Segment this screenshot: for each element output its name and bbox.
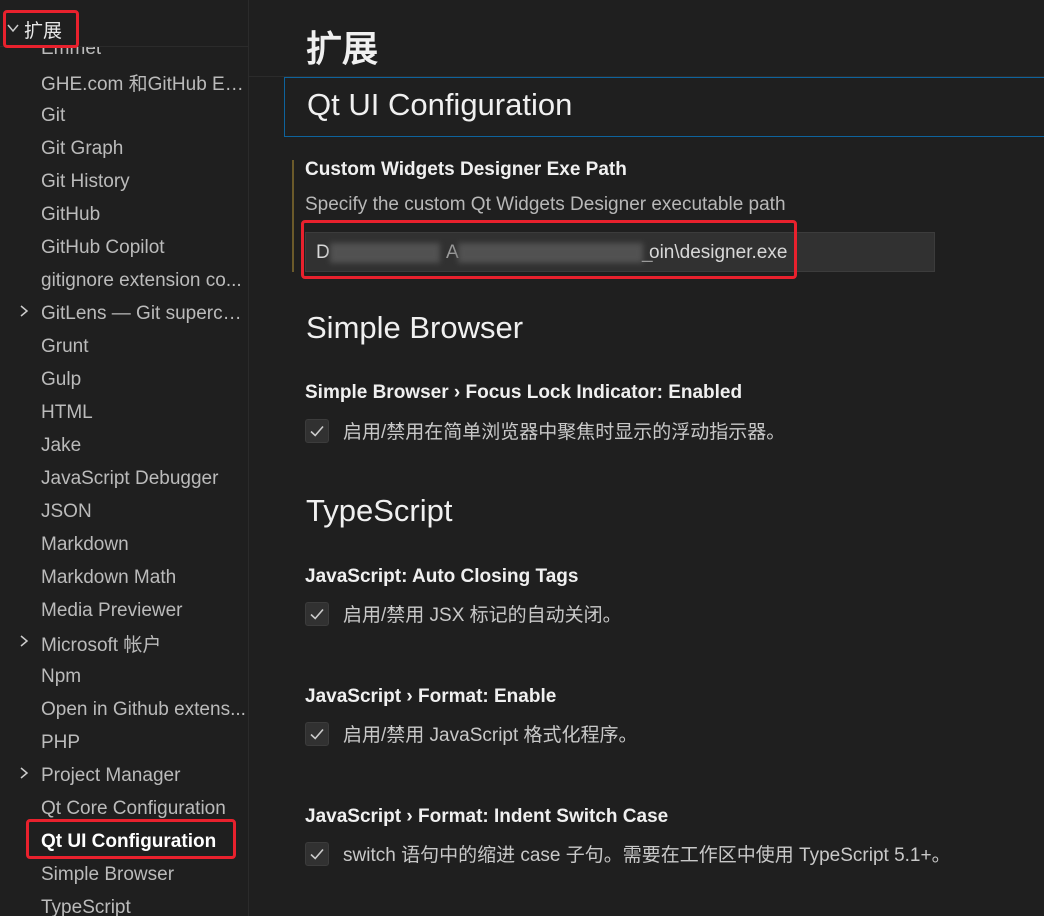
toc-item-label: Media Previewer	[41, 599, 183, 621]
toc-item-npm[interactable]: Npm	[0, 660, 248, 693]
setting-focus-lock-indicator: Simple Browser › Focus Lock Indicator: E…	[305, 382, 743, 403]
setting-title: Custom Widgets Designer Exe Path	[305, 159, 627, 180]
page-title: 扩展	[306, 28, 379, 69]
toc-item-markdown[interactable]: Markdown	[0, 528, 248, 561]
settings-toc: Emmet GHE.com 和GitHub En... Git Git Grap…	[0, 0, 248, 916]
toc-item-html[interactable]: HTML	[0, 396, 248, 429]
toc-item-label: PHP	[41, 731, 81, 753]
toc-item-label: gitignore extension co...	[41, 269, 242, 291]
check-icon	[310, 425, 324, 437]
toc-item-git[interactable]: Git	[0, 99, 248, 132]
toc-item-media-previewer[interactable]: Media Previewer	[0, 594, 248, 627]
chevron-right-icon[interactable]	[18, 766, 32, 785]
checkbox-row-focus-lock: 启用/禁用在简单浏览器中聚焦时显示的浮动指示器。	[305, 417, 785, 444]
designer-path-input[interactable]: D A _ oin\designer.exe	[305, 232, 935, 272]
setting-format-enable: JavaScript › Format: Enable	[305, 686, 557, 707]
toc-item-label: Qt UI Configuration	[41, 830, 217, 852]
toc-item-label: TypeScript	[41, 896, 131, 916]
checkbox-row-auto-closing-tags: 启用/禁用 JSX 标记的自动关闭。	[305, 600, 622, 627]
toc-item-gitignore[interactable]: gitignore extension co...	[0, 264, 248, 297]
section-header-qt-ui-configuration: Qt UI Configuration	[284, 77, 1044, 137]
toc-item-label: Qt Core Configuration	[41, 797, 226, 819]
toc-item-label: Open in Github extens...	[41, 698, 246, 720]
toc-item-label: Grunt	[41, 335, 89, 357]
section-header-title: Qt UI Configuration	[307, 87, 573, 122]
toc-item-project-manager[interactable]: Project Manager	[0, 759, 248, 792]
toc-item-github[interactable]: GitHub	[0, 198, 248, 231]
indent-switch-case-checkbox[interactable]	[305, 841, 329, 866]
setting-indent-switch-case: JavaScript › Format: Indent Switch Case	[305, 806, 669, 827]
check-icon	[310, 608, 324, 620]
toc-item-ghe[interactable]: GHE.com 和GitHub En...	[0, 66, 248, 99]
chevron-down-icon[interactable]	[6, 22, 24, 37]
redacted-segment	[458, 243, 643, 263]
chevron-right-icon[interactable]	[18, 304, 32, 323]
toc-item-label: HTML	[41, 401, 93, 423]
settings-editor: Emmet GHE.com 和GitHub En... Git Git Grap…	[0, 0, 1044, 916]
toc-item-markdown-math[interactable]: Markdown Math	[0, 561, 248, 594]
setting-designer-exe-path: Custom Widgets Designer Exe Path	[305, 159, 627, 181]
toc-item-label: GitHub Copilot	[41, 236, 165, 258]
checkbox-row-format-enable: 启用/禁用 JavaScript 格式化程序。	[305, 720, 638, 747]
toc-item-label: GitLens — Git superch...	[41, 302, 246, 324]
path-prefix: D	[316, 242, 330, 263]
toc-item-grunt[interactable]: Grunt	[0, 330, 248, 363]
toc-item-label: GitHub	[41, 203, 101, 225]
group-title-typescript: TypeScript	[306, 493, 453, 528]
page-title-bar: 扩展	[249, 0, 1044, 77]
toc-item-microsoft-account[interactable]: Microsoft 帐户	[0, 627, 248, 660]
modified-indicator	[292, 160, 294, 272]
toc-item-open-in-github[interactable]: Open in Github extens...	[0, 693, 248, 726]
checkbox-label: 启用/禁用在简单浏览器中聚焦时显示的浮动指示器。	[343, 422, 786, 443]
toc-item-simple-browser[interactable]: Simple Browser	[0, 858, 248, 891]
setting-auto-closing-tags: JavaScript: Auto Closing Tags	[305, 566, 579, 587]
toc-item-label: Npm	[41, 665, 82, 687]
toc-item-label: Git	[41, 104, 66, 126]
toc-item-label: Markdown Math	[41, 566, 177, 588]
toc-item-label: Simple Browser	[41, 863, 175, 885]
redacted-segment	[330, 243, 440, 263]
toc-item-label: Project Manager	[41, 764, 181, 786]
path-suffix: oin\designer.exe	[649, 242, 788, 263]
group-title-simple-browser: Simple Browser	[306, 310, 524, 345]
check-icon	[310, 848, 324, 860]
toc-item-gitlens[interactable]: GitLens — Git superch...	[0, 297, 248, 330]
toc-header-label: 扩展	[24, 20, 63, 42]
chevron-right-icon[interactable]	[18, 634, 32, 653]
toc-item-git-history[interactable]: Git History	[0, 165, 248, 198]
checkbox-label: 启用/禁用 JSX 标记的自动关闭。	[343, 605, 622, 626]
toc-item-github-copilot[interactable]: GitHub Copilot	[0, 231, 248, 264]
settings-main: Custom Widgets Designer Exe Path Specify…	[249, 0, 1044, 916]
toc-item-php[interactable]: PHP	[0, 726, 248, 759]
toc-item-label: Git History	[41, 170, 130, 192]
toc-item-label: JSON	[41, 500, 92, 522]
toc-item-label: Jake	[41, 434, 82, 456]
toc-item-label: JavaScript Debugger	[41, 467, 219, 489]
toc-item-label: Gulp	[41, 368, 82, 390]
focus-lock-checkbox[interactable]	[305, 418, 329, 443]
toc-item-git-graph[interactable]: Git Graph	[0, 132, 248, 165]
toc-item-qt-ui-configuration[interactable]: Qt UI Configuration	[0, 825, 248, 858]
toc-item-gulp[interactable]: Gulp	[0, 363, 248, 396]
check-icon	[310, 728, 324, 740]
toc-item-qt-core-configuration[interactable]: Qt Core Configuration	[0, 792, 248, 825]
toc-item-label: GHE.com 和GitHub En...	[41, 74, 246, 95]
toc-item-typescript[interactable]: TypeScript	[0, 891, 248, 916]
toc-group-header-extensions[interactable]: 扩展	[0, 12, 248, 47]
setting-description: Specify the custom Qt Widgets Designer e…	[305, 194, 786, 215]
checkbox-label: 启用/禁用 JavaScript 格式化程序。	[343, 725, 638, 746]
toc-item-javascript-debugger[interactable]: JavaScript Debugger	[0, 462, 248, 495]
path-mid: A	[446, 242, 459, 263]
toc-item-label: Git Graph	[41, 137, 124, 159]
toc-item-jake[interactable]: Jake	[0, 429, 248, 462]
checkbox-row-indent-switch-case: switch 语句中的缩进 case 子句。需要在工作区中使用 TypeScri…	[305, 840, 951, 867]
toc-item-label: Markdown	[41, 533, 129, 555]
toc-item-label: Microsoft 帐户	[41, 635, 162, 656]
toc-item-json[interactable]: JSON	[0, 495, 248, 528]
checkbox-label: switch 语句中的缩进 case 子句。需要在工作区中使用 TypeScri…	[343, 845, 951, 866]
format-enable-checkbox[interactable]	[305, 721, 329, 746]
auto-closing-tags-checkbox[interactable]	[305, 601, 329, 626]
